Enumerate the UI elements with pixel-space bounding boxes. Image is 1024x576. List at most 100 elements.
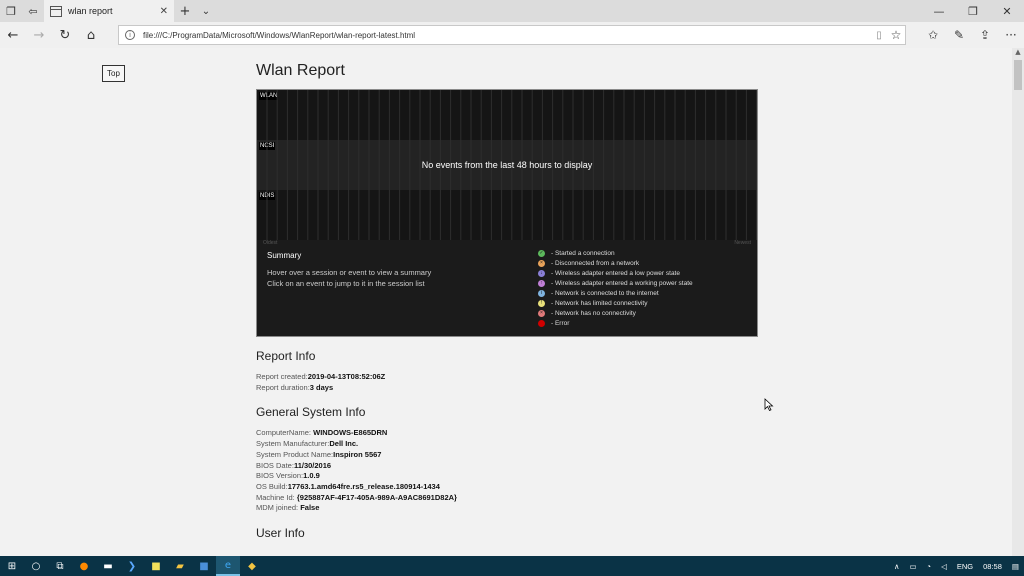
row-label: System Product Name: — [256, 449, 334, 459]
tab-wlan-report[interactable]: wlan report ✕ — [44, 0, 174, 22]
row-value: 2019-04-13T08:52:06Z — [307, 372, 386, 381]
system-info-row: MDM joined: False — [256, 503, 758, 514]
user-info-heading: User Info — [256, 526, 305, 541]
volume-icon[interactable]: ◁ — [936, 562, 952, 571]
file-explorer-icon[interactable]: ▰ — [168, 556, 192, 576]
set-aside-tabs-icon[interactable]: ⇦ — [22, 0, 44, 22]
no-events-message: No events from the last 48 hours to disp… — [421, 160, 593, 170]
legend-item: ✓ - Started a connection — [538, 248, 693, 258]
row-value: 3 days — [309, 382, 334, 392]
system-info-heading: General System Info — [256, 405, 366, 420]
reading-view-icon[interactable]: ▯ — [871, 30, 887, 41]
legend-dot-icon: ↑ — [538, 279, 545, 287]
row-label: Report created: — [256, 372, 308, 381]
legend-label: - Error — [551, 319, 570, 327]
pinned-app-icon[interactable]: ◆ — [240, 556, 264, 576]
row-value: Inspiron 5567 — [333, 449, 382, 459]
report-created-row: Report created:2019-04-13T08:52:06Z — [256, 372, 758, 383]
language-indicator[interactable]: ENG — [952, 562, 978, 571]
taskbar: ⊞ ○ ⧉ ● ▬ ❯ ■ ▰ ■ e ◆ ∧ ▭ ◔ ◁ ENG 08:58 … — [0, 556, 1024, 576]
task-view-icon[interactable]: ⧉ — [48, 556, 72, 576]
scroll-up-icon[interactable]: ▲ — [1012, 48, 1024, 60]
more-menu-icon[interactable]: ··· — [998, 22, 1024, 48]
refresh-icon[interactable]: ↻ — [52, 22, 78, 48]
home-icon[interactable]: ⌂ — [78, 22, 104, 48]
legend-label: - Wireless adapter entered a working pow… — [551, 279, 693, 287]
notifications-icon[interactable]: ▤ — [1007, 562, 1024, 571]
tab-title: wlan report — [68, 6, 113, 16]
window-controls: — ❐ ✕ — [922, 0, 1024, 22]
system-info-row: OS Build:17763.1.amd64fre.rs5_release.18… — [256, 482, 758, 493]
report-duration-row: Report duration:3 days — [256, 383, 758, 394]
minimize-icon[interactable]: — — [922, 0, 956, 22]
row-value: {925887AF-4F17-405A-989A-A9AC8691D82A} — [296, 492, 457, 502]
legend-label: - Wireless adapter entered a low power s… — [551, 269, 680, 277]
clock[interactable]: 08:58 — [978, 562, 1007, 571]
toolbar-right: ✩ ✎ ⇪ ··· — [920, 22, 1024, 48]
back-icon[interactable]: ← — [0, 22, 26, 48]
restore-icon[interactable]: ❐ — [956, 0, 990, 22]
start-windows-icon[interactable]: ⊞ — [0, 556, 24, 576]
legend-item: i - Network is connected to the internet — [538, 288, 693, 298]
summary-line: Click on an event to jump to it in the s… — [267, 279, 425, 288]
event-graph[interactable]: WLAN NCSI NDIS No events from the last 4… — [256, 89, 758, 337]
new-tab-button[interactable]: + — [174, 4, 196, 19]
tab-preview-chevron-icon[interactable]: ⌄ — [196, 6, 216, 17]
row-value: Dell Inc. — [329, 439, 359, 449]
row-value: 11/30/2016 — [293, 460, 332, 470]
share-icon[interactable]: ⇪ — [972, 22, 998, 48]
page-title: Wlan Report — [256, 62, 345, 79]
row-value: 1.0.9 — [303, 471, 320, 481]
close-tab-icon[interactable]: ✕ — [160, 6, 168, 17]
legend: ✓ - Started a connection × - Disconnected f… — [538, 248, 693, 328]
favorite-star-icon[interactable]: ☆ — [887, 28, 905, 42]
legend-item: ! - Network has limited connectivity — [538, 298, 693, 308]
system-info-row: System Manufacturer:Dell Inc. — [256, 439, 758, 450]
report-info-heading: Report Info — [256, 349, 316, 363]
close-window-icon[interactable]: ✕ — [990, 0, 1024, 22]
system-info-row: System Product Name:Inspiron 5567 — [256, 450, 758, 461]
tab-manager-icon[interactable]: ❐ — [0, 0, 22, 22]
terminal-icon[interactable]: ▬ — [96, 556, 120, 576]
system-info-row: BIOS Version:1.0.9 — [256, 471, 758, 482]
outlook-icon[interactable]: ■ — [192, 556, 216, 576]
edge-browser-icon[interactable]: e — [216, 556, 240, 576]
system-info-rows: ComputerName: WINDOWS-E865DRN System Manu… — [256, 428, 758, 514]
top-button[interactable]: Top — [102, 65, 125, 82]
network-icon[interactable]: ◔ — [922, 562, 937, 571]
legend-item: ↓ - Wireless adapter entered a low power … — [538, 268, 693, 278]
legend-label: - Started a connection — [551, 249, 615, 257]
row-value: False — [300, 503, 320, 513]
row-label: Report duration: — [256, 382, 310, 392]
row-value: WINDOWS-E865DRN — [313, 428, 388, 438]
mouse-cursor-icon — [764, 398, 774, 412]
address-url[interactable]: file:///C:/ProgramData/Microsoft/Windows… — [143, 31, 871, 40]
sticky-notes-icon[interactable]: ■ — [144, 556, 168, 576]
system-info-row: ComputerName: WINDOWS-E865DRN — [256, 428, 758, 439]
navigation-bar: ← → ↻ ⌂ i file:///C:/ProgramData/Microso… — [0, 22, 1024, 48]
tab-bar: ❐ ⇦ wlan report ✕ + ⌄ — ❐ ✕ — [0, 0, 1024, 22]
powershell-icon[interactable]: ❯ — [120, 556, 144, 576]
tablet-icon[interactable]: ▭ — [904, 562, 921, 571]
system-tray: ∧ ▭ ◔ ◁ ENG 08:58 ▤ — [889, 556, 1024, 576]
legend-dot-icon: × — [538, 309, 545, 317]
site-info-icon[interactable]: i — [125, 30, 135, 40]
legend-label: - Network has limited connectivity — [551, 299, 648, 307]
row-label: BIOS Date: — [256, 460, 294, 470]
address-bar[interactable]: i file:///C:/ProgramData/Microsoft/Windo… — [118, 25, 906, 45]
row-label: MDM joined: — [256, 503, 301, 513]
row-label: Machine Id: — [256, 492, 297, 502]
favorites-hub-icon[interactable]: ✩ — [920, 22, 946, 48]
cortana-search-icon[interactable]: ○ — [24, 556, 48, 576]
system-info-row: BIOS Date:11/30/2016 — [256, 461, 758, 472]
tray-chevron-icon[interactable]: ∧ — [889, 562, 905, 571]
legend-item: ↑ - Wireless adapter entered a working po… — [538, 278, 693, 288]
vertical-scrollbar[interactable]: ▲ — [1012, 48, 1024, 556]
legend-dot-icon: × — [538, 259, 545, 267]
firefox-icon[interactable]: ● — [72, 556, 96, 576]
forward-icon[interactable]: → — [26, 22, 52, 48]
axis-newest: Newest — [734, 240, 751, 246]
pen-notes-icon[interactable]: ✎ — [946, 22, 972, 48]
report-content: Wlan Report WLAN NCSI NDIS No events fro… — [256, 48, 758, 549]
scroll-thumb[interactable] — [1014, 60, 1022, 90]
